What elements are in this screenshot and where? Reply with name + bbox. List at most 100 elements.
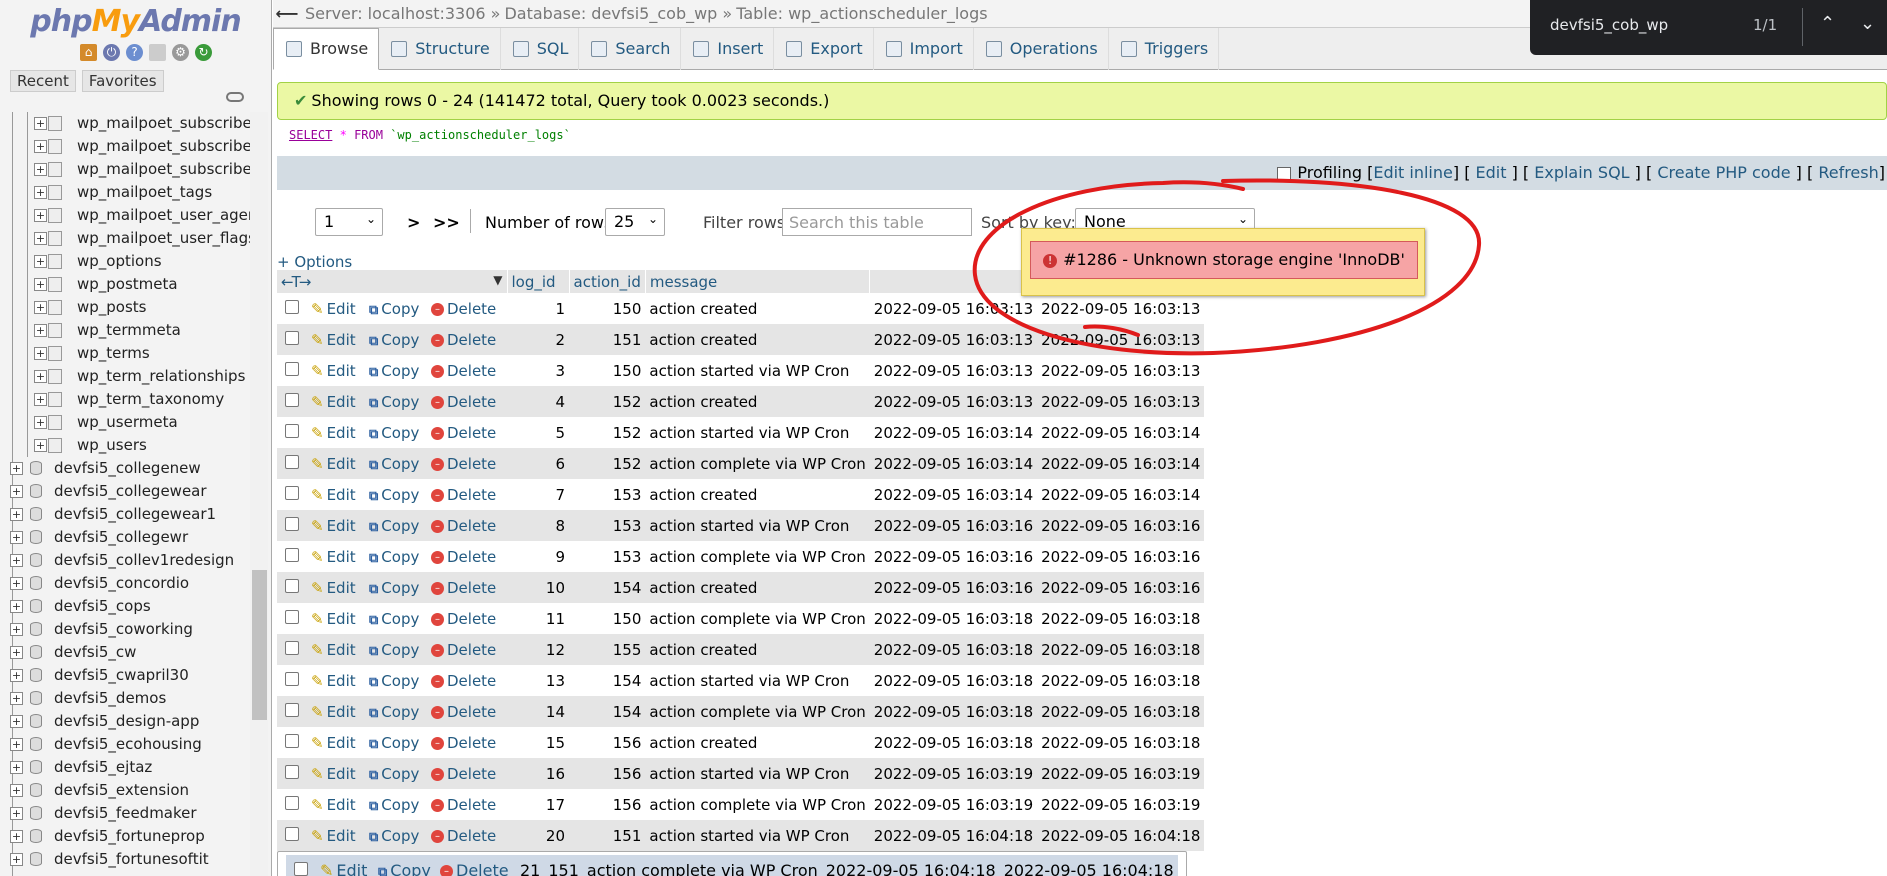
cell-message[interactable]: action started via WP Cron: [645, 758, 870, 789]
expand-icon[interactable]: +: [10, 462, 23, 475]
tree-database-label[interactable]: devfsi5_collegewear: [54, 480, 207, 503]
cell-message[interactable]: action started via WP Cron: [645, 665, 870, 696]
help-icon[interactable]: ?: [126, 44, 143, 61]
tree-database-item[interactable]: + devfsi5_cw: [0, 641, 260, 664]
tree-database-item[interactable]: + devfsi5_collev1redesign: [0, 549, 260, 572]
cell-message[interactable]: action created: [645, 386, 870, 417]
copy-button[interactable]: ⧉ Copy: [365, 820, 427, 851]
copy-button[interactable]: ⧉ Copy: [365, 541, 427, 572]
cell-date[interactable]: 2022-09-05 16:03:14: [1037, 417, 1205, 448]
expand-icon[interactable]: +: [10, 715, 23, 728]
cell-log-id[interactable]: 9: [507, 541, 569, 572]
tab-operations[interactable]: Operations: [974, 28, 1109, 70]
tree-table-item[interactable]: + wp_mailpoet_tags: [0, 181, 260, 204]
expand-icon[interactable]: +: [34, 347, 47, 360]
cell-message[interactable]: action created: [645, 479, 870, 510]
cell-message[interactable]: action started via WP Cron: [645, 820, 870, 851]
edit-button[interactable]: ✎ Edit: [307, 293, 365, 324]
copy-button[interactable]: ⧉ Copy: [365, 510, 427, 541]
row-checkbox[interactable]: [285, 578, 299, 593]
expand-icon[interactable]: +: [34, 163, 47, 176]
expand-icon[interactable]: +: [34, 370, 47, 383]
tree-table-item[interactable]: + wp_usermeta: [0, 411, 260, 434]
cell-date[interactable]: 2022-09-05 16:04:18: [821, 855, 1000, 876]
tab-sql[interactable]: SQL: [501, 28, 580, 70]
expand-icon[interactable]: +: [34, 140, 47, 153]
edit-button[interactable]: ✎ Edit: [307, 696, 365, 727]
tree-database-item[interactable]: + devfsi5_collegewear1: [0, 503, 260, 526]
edit-button[interactable]: ✎ Edit: [307, 479, 365, 510]
expand-icon[interactable]: +: [10, 508, 23, 521]
expand-icon[interactable]: +: [10, 853, 23, 866]
row-checkbox[interactable]: [294, 862, 308, 876]
cell-date[interactable]: 2022-09-05 16:03:13: [1037, 386, 1205, 417]
cell-message[interactable]: action started via WP Cron: [645, 355, 870, 386]
copy-button[interactable]: ⧉ Copy: [365, 665, 427, 696]
cell-action-id[interactable]: 154: [569, 665, 646, 696]
edit-button[interactable]: ✎ Edit: [307, 820, 365, 851]
tree-table-label[interactable]: wp_postmeta: [77, 273, 178, 296]
copy-button[interactable]: ⧉ Copy: [365, 479, 427, 510]
tree-database-label[interactable]: devfsi5_concordio: [54, 572, 189, 595]
delete-button[interactable]: – Delete: [427, 789, 507, 820]
cell-log-id[interactable]: 12: [507, 634, 569, 665]
expand-icon[interactable]: +: [34, 393, 47, 406]
tree-database-item[interactable]: + devfsi5_coworking: [0, 618, 260, 641]
cell-message[interactable]: action created: [645, 727, 870, 758]
cell-message[interactable]: action complete via WP Cron: [645, 696, 870, 727]
cell-date[interactable]: 2022-09-05 16:03:18: [1037, 727, 1205, 758]
home-icon[interactable]: ⌂: [80, 44, 97, 61]
copy-button[interactable]: ⧉ Copy: [365, 386, 427, 417]
tree-database-item[interactable]: + devfsi5_concordio: [0, 572, 260, 595]
cell-date[interactable]: 2022-09-05 16:03:16: [1037, 510, 1205, 541]
tree-database-item[interactable]: + devfsi5_design-app: [0, 710, 260, 733]
edit-button[interactable]: ✎ Edit: [307, 665, 365, 696]
row-checkbox[interactable]: [285, 547, 299, 562]
cell-message[interactable]: action created: [645, 293, 870, 324]
tree-table-item[interactable]: + wp_users: [0, 434, 260, 457]
edit-button[interactable]: ✎ Edit: [307, 448, 365, 479]
tree-database-label[interactable]: devfsi5_demos: [54, 687, 166, 710]
tree-table-label[interactable]: wp_mailpoet_subscriber_t: [77, 158, 260, 181]
cell-date[interactable]: 2022-09-05 16:03:14: [869, 448, 1038, 479]
tree-table-item[interactable]: + wp_mailpoet_subscriber_s: [0, 135, 260, 158]
tree-table-label[interactable]: wp_users: [77, 434, 147, 457]
cell-message[interactable]: action started via WP Cron: [645, 417, 870, 448]
cell-action-id[interactable]: 152: [569, 386, 646, 417]
tree-database-item[interactable]: + devfsi5_cops: [0, 595, 260, 618]
delete-button[interactable]: – Delete: [427, 727, 507, 758]
cell-action-id[interactable]: 152: [569, 448, 646, 479]
tree-database-item[interactable]: + devfsi5_collegenew: [0, 457, 260, 480]
tree-database-label[interactable]: devfsi5_fortuneprop: [54, 825, 205, 848]
last-page-button[interactable]: >>: [433, 213, 460, 232]
cell-action-id[interactable]: 154: [569, 696, 646, 727]
cell-date[interactable]: 2022-09-05 16:03:16: [1037, 541, 1205, 572]
tree-database-label[interactable]: devfsi5_collegewr: [54, 526, 188, 549]
col-action-id[interactable]: action_id: [569, 270, 646, 293]
delete-button[interactable]: – Delete: [427, 572, 507, 603]
tree-table-label[interactable]: wp_mailpoet_tags: [77, 181, 212, 204]
cell-log-id[interactable]: 14: [507, 696, 569, 727]
expand-icon[interactable]: +: [10, 830, 23, 843]
tab-structure[interactable]: Structure: [379, 28, 501, 70]
cell-date[interactable]: 2022-09-05 16:03:18: [869, 665, 1038, 696]
expand-icon[interactable]: +: [10, 623, 23, 636]
edit-button[interactable]: ✎ Edit: [307, 572, 365, 603]
cell-action-id[interactable]: 150: [569, 603, 646, 634]
expand-icon[interactable]: +: [10, 784, 23, 797]
tree-database-label[interactable]: devfsi5_cw: [54, 641, 136, 664]
expand-icon[interactable]: +: [34, 186, 47, 199]
expand-icon[interactable]: +: [34, 117, 47, 130]
phpmyadmin-logo[interactable]: phpMyAdmin: [0, 0, 271, 46]
create-php-link[interactable]: Create PHP code: [1657, 163, 1790, 182]
row-checkbox[interactable]: [285, 609, 299, 624]
breadcrumb-database[interactable]: Database: devfsi5_cob_wp »: [504, 4, 732, 23]
expand-icon[interactable]: +: [10, 692, 23, 705]
cell-date[interactable]: 2022-09-05 16:03:18: [869, 727, 1038, 758]
cell-action-id[interactable]: 156: [569, 727, 646, 758]
edit-button[interactable]: ✎ Edit: [307, 324, 365, 355]
cell-log-id[interactable]: 4: [507, 386, 569, 417]
logout-icon[interactable]: ⏻: [103, 44, 120, 61]
tree-database-item[interactable]: + devfsi5_cwapril30: [0, 664, 260, 687]
col-log-id[interactable]: log_id: [507, 270, 570, 293]
